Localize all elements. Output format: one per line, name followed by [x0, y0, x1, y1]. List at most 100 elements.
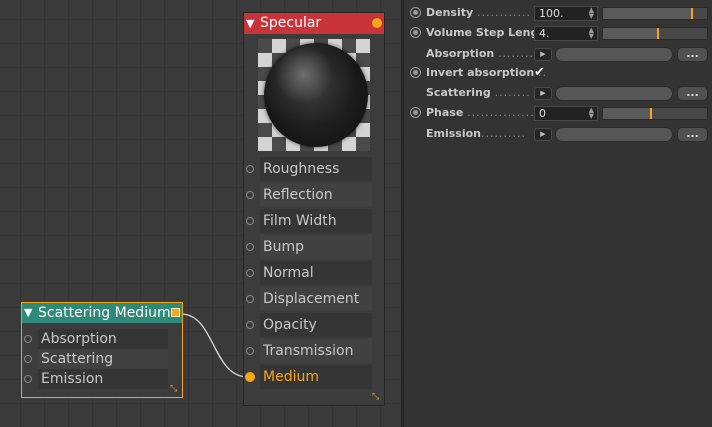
scattering-label: Scattering — [426, 86, 491, 99]
port-transmission[interactable]: Transmission — [244, 339, 384, 363]
node-graph-canvas[interactable]: ▼ Specular Roughness Reflection Film Wid… — [0, 0, 401, 427]
port-label: Emission — [41, 371, 104, 387]
collapse-triangle-icon[interactable]: ▼ — [24, 303, 32, 323]
port-label: Medium — [263, 369, 319, 385]
port-label: Scattering — [41, 351, 114, 367]
volume-step-length-field[interactable]: 4. ▲ ▼ — [534, 26, 598, 41]
port-displacement[interactable]: Displacement — [244, 287, 384, 311]
phase-label: Phase — [426, 106, 464, 119]
volume-step-length-label: Volume Step Length — [426, 26, 552, 39]
port-label: Transmission — [263, 343, 354, 359]
emission-row: Emission.......... ▶ ... — [404, 124, 712, 144]
label-dots: .......... — [481, 127, 526, 140]
port-label: Roughness — [263, 161, 340, 177]
label-dots: ........ — [498, 47, 535, 60]
scattering-node-header[interactable]: ▼ Scattering Medium — [22, 303, 182, 323]
material-preview — [258, 39, 370, 151]
scattering-more-button[interactable]: ... — [677, 86, 708, 101]
volume-step-length-slider[interactable] — [602, 27, 708, 40]
specular-node-header[interactable]: ▼ Specular — [244, 13, 384, 34]
preview-sphere — [264, 43, 368, 147]
invert-absorption-checkbox[interactable]: ✔ — [534, 63, 545, 83]
port-absorption-icon[interactable] — [24, 335, 32, 343]
link-play-icon[interactable]: ▶ — [534, 87, 552, 100]
animate-radio-icon[interactable] — [410, 27, 421, 38]
port-transmission-icon[interactable] — [246, 347, 254, 355]
specular-node-title: Specular — [260, 15, 322, 31]
spinner-arrows-icon[interactable]: ▲ ▼ — [589, 7, 594, 20]
port-label: Absorption — [41, 331, 117, 347]
port-displacement-icon[interactable] — [246, 295, 254, 303]
output-port-icon[interactable] — [171, 308, 180, 317]
spinner-arrows-icon[interactable]: ▲ ▼ — [589, 107, 594, 120]
link-play-icon[interactable]: ▶ — [534, 48, 552, 61]
phase-row: Phase ............... 0 ▲ ▼ — [404, 103, 712, 123]
port-medium-icon[interactable] — [245, 372, 255, 382]
absorption-row: Absorption ........ ▶ ... — [404, 44, 712, 64]
scattering-node-title: Scattering Medium — [38, 305, 171, 321]
port-emission[interactable]: Emission — [22, 369, 182, 389]
slider-thumb[interactable] — [691, 8, 694, 19]
emission-link-field[interactable] — [555, 127, 673, 142]
port-opacity[interactable]: Opacity — [244, 313, 384, 337]
port-roughness[interactable]: Roughness — [244, 157, 384, 181]
port-medium[interactable]: Medium — [244, 365, 384, 389]
invert-absorption-label: Invert absorption — [426, 66, 535, 79]
phase-field[interactable]: 0 ▲ ▼ — [534, 106, 598, 121]
slider-thumb[interactable] — [657, 28, 660, 39]
link-play-icon[interactable]: ▶ — [534, 128, 552, 141]
emission-label: Emission — [426, 127, 481, 140]
port-film-width[interactable]: Film Width — [244, 209, 384, 233]
animate-radio-icon[interactable] — [410, 107, 421, 118]
absorption-more-button[interactable]: ... — [677, 47, 708, 62]
port-film-width-icon[interactable] — [246, 217, 254, 225]
port-bump[interactable]: Bump — [244, 235, 384, 259]
volume-step-length-value: 4. — [539, 27, 550, 40]
density-slider[interactable] — [602, 7, 708, 20]
collapse-triangle-icon[interactable]: ▼ — [246, 13, 254, 34]
port-label: Normal — [263, 265, 314, 281]
port-label: Opacity — [263, 317, 317, 333]
density-label: Density — [426, 6, 474, 19]
attributes-panel: Density ............ 100. ▲ ▼ Volume Step … — [404, 0, 712, 427]
density-value: 100. — [539, 7, 564, 20]
scattering-medium-node[interactable]: ▼ Scattering Medium Absorption Scatterin… — [21, 302, 183, 398]
port-normal[interactable]: Normal — [244, 261, 384, 285]
port-reflection[interactable]: Reflection — [244, 183, 384, 207]
label-dots: ........ — [494, 86, 531, 99]
animate-radio-icon[interactable] — [410, 7, 421, 18]
density-field[interactable]: 100. ▲ ▼ — [534, 6, 598, 21]
phase-value: 0 — [539, 107, 546, 120]
label-dots: ............... — [467, 106, 535, 119]
invert-absorption-row: Invert absorption .. ✔ — [404, 63, 712, 83]
scattering-link-field[interactable] — [555, 86, 673, 101]
port-label: Bump — [263, 239, 305, 255]
scattering-row: Scattering ........ ▶ ... — [404, 83, 712, 103]
port-label: Film Width — [263, 213, 337, 229]
port-label: Displacement — [263, 291, 360, 307]
specular-node[interactable]: ▼ Specular Roughness Reflection Film Wid… — [243, 12, 385, 406]
port-scattering[interactable]: Scattering — [22, 349, 182, 369]
port-label: Reflection — [263, 187, 333, 203]
slider-thumb[interactable] — [649, 108, 652, 119]
port-roughness-icon[interactable] — [246, 165, 254, 173]
animate-radio-icon[interactable] — [410, 67, 421, 78]
port-opacity-icon[interactable] — [246, 321, 254, 329]
volume-step-length-row: Volume Step Length 4. ▲ ▼ — [404, 23, 712, 43]
port-normal-icon[interactable] — [246, 269, 254, 277]
port-absorption[interactable]: Absorption — [22, 329, 182, 349]
spinner-arrows-icon[interactable]: ▲ ▼ — [589, 27, 594, 40]
port-emission-icon[interactable] — [24, 375, 32, 383]
phase-slider[interactable] — [602, 107, 708, 120]
port-scattering-icon[interactable] — [24, 355, 32, 363]
label-dots: ............ — [477, 6, 531, 19]
absorption-link-field[interactable] — [555, 47, 673, 62]
port-bump-icon[interactable] — [246, 243, 254, 251]
resize-grip-icon[interactable]: ⤡ — [372, 393, 381, 402]
emission-more-button[interactable]: ... — [677, 127, 708, 142]
port-reflection-icon[interactable] — [246, 191, 254, 199]
output-port-icon[interactable] — [372, 18, 382, 28]
absorption-label: Absorption — [426, 47, 495, 60]
resize-grip-icon[interactable]: ⤡ — [170, 385, 179, 394]
density-row: Density ............ 100. ▲ ▼ — [404, 3, 712, 23]
